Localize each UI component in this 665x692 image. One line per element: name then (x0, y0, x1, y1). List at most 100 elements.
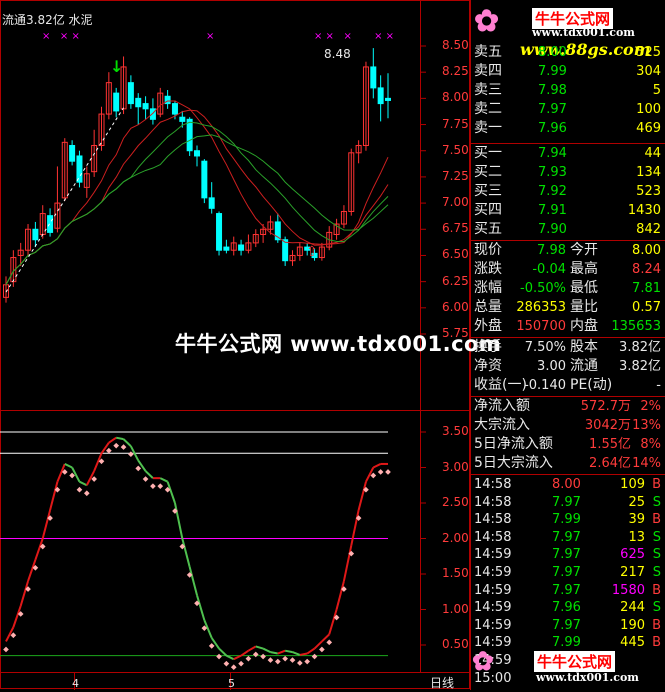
indicator-dot (83, 490, 90, 497)
tick-volume: 1580 (611, 582, 645, 598)
logo-url1-2: www.tdx001.com (536, 671, 639, 684)
candle-body (208, 197, 215, 209)
bid-volume: 523 (636, 184, 661, 199)
indicator-group (0, 431, 391, 671)
flower-icon: ✿ (474, 4, 500, 39)
marker-x-2: × (206, 31, 215, 42)
indicator-axis-label: 1.00 (442, 601, 469, 616)
indicator-dot (230, 664, 237, 671)
indicator-dot (208, 643, 215, 649)
indicator-segment (49, 481, 59, 511)
bid-price: 7.90 (538, 222, 567, 237)
bid-volume: 134 (636, 165, 661, 180)
flow-label: 净流入额 (474, 398, 530, 414)
fund-value-2: - (656, 378, 661, 393)
tick-time: 14:59 (474, 582, 512, 598)
candle-body (32, 228, 39, 241)
ask-volume: 525 (636, 45, 661, 60)
quote-label-2: 量比 (570, 299, 598, 315)
indicator-segment (277, 649, 286, 655)
indicator-axis-label: 3.00 (442, 459, 469, 474)
price-axis-label: 7.25 (442, 168, 469, 183)
indicator-dot (150, 483, 156, 489)
tick-time: 14:58 (474, 512, 512, 528)
indicator-segment (218, 647, 228, 657)
candles-group (3, 48, 391, 303)
indicator-dot (377, 469, 384, 475)
trend-dashed-line (5, 107, 124, 293)
moving-average-line (5, 100, 389, 286)
quote-value-2: 7.81 (632, 281, 661, 296)
indicator-segment (292, 651, 301, 656)
flow-value: 3042万 (584, 418, 631, 433)
axis-tick-5: 5 (228, 677, 235, 690)
flower-icon-2: ✿ (472, 647, 494, 677)
indicator-segment (350, 509, 360, 546)
ask-label: 卖二 (474, 101, 502, 117)
indicator-segment (34, 538, 44, 561)
tick-side: S (652, 547, 661, 563)
flow-label: 5日大宗流入 (474, 455, 553, 471)
indicator-segment (159, 477, 169, 483)
quote-value-2: 0.57 (632, 300, 661, 315)
ask-volume: 469 (636, 121, 661, 136)
price-axis-label: 8.00 (442, 90, 469, 105)
tick-side: B (652, 512, 661, 528)
ask-label: 卖一 (474, 120, 502, 136)
bid-label: 买二 (474, 164, 502, 180)
marker-x-1: × × × (42, 31, 80, 42)
ask-volume: 304 (636, 64, 661, 79)
axis-tick-4: 4 (72, 677, 79, 690)
indicator-segment (41, 509, 52, 539)
indicator-axis-label: 0.50 (442, 637, 469, 651)
ask-price: 7.97 (538, 102, 567, 117)
candle-body (223, 246, 230, 251)
bid-label: 买一 (474, 145, 502, 161)
quote-label: 涨跌 (474, 261, 502, 277)
buy-arrow-icon: ↓ (110, 57, 124, 76)
flow-value: 2.64亿 (589, 456, 631, 471)
quote-label: 总量 (474, 299, 502, 315)
fund-value: 3.00 (537, 359, 566, 374)
quote-label-2: 内盘 (570, 318, 598, 334)
indicator-segment (284, 649, 293, 654)
sell-arrow-icon: ⇧ (306, 244, 318, 260)
candle-body (127, 82, 134, 105)
indicator-dot (142, 476, 149, 482)
tick-price: 7.97 (552, 565, 581, 580)
indicator-axis-label: 1.50 (442, 566, 469, 580)
quote-label-2: 最高 (570, 261, 598, 277)
ask-price: 7.99 (538, 64, 567, 79)
flow-pct: 8% (640, 437, 661, 452)
fund-label-2: PE(动) (570, 377, 613, 393)
tick-time: 14:59 (474, 617, 512, 633)
indicator-segment (225, 654, 235, 661)
fund-label: 净资 (474, 358, 502, 374)
tick-volume: 217 (620, 565, 645, 580)
tick-side: B (652, 617, 661, 633)
indicator-dot (223, 660, 230, 667)
candle-body (282, 239, 289, 262)
indicator-dot (252, 651, 259, 658)
indicator-segment (270, 651, 278, 655)
candle-body (47, 215, 54, 233)
ask-price: 8.00 (538, 45, 567, 60)
indicator-dot (238, 660, 244, 667)
indicator-segment (122, 438, 132, 447)
fund-label-2: 股本 (570, 339, 598, 355)
tick-side: B (652, 582, 661, 598)
fund-label: 换手 (474, 339, 502, 355)
indicator-segment (313, 640, 323, 650)
quote-value-2: 135653 (611, 319, 661, 334)
period-button[interactable]: 日线 (430, 675, 454, 692)
bid-label: 买三 (474, 183, 502, 199)
tick-volume: 244 (620, 600, 645, 616)
fund-label-2: 流通 (570, 358, 598, 374)
candle-body (216, 213, 223, 251)
quote-label-2: 今开 (570, 242, 598, 258)
indicator-segment (262, 647, 271, 654)
indicator-segment (328, 609, 338, 635)
indicator-segment (196, 595, 206, 621)
flow-label: 5日净流入额 (474, 436, 553, 452)
indicator-segment (19, 580, 29, 607)
